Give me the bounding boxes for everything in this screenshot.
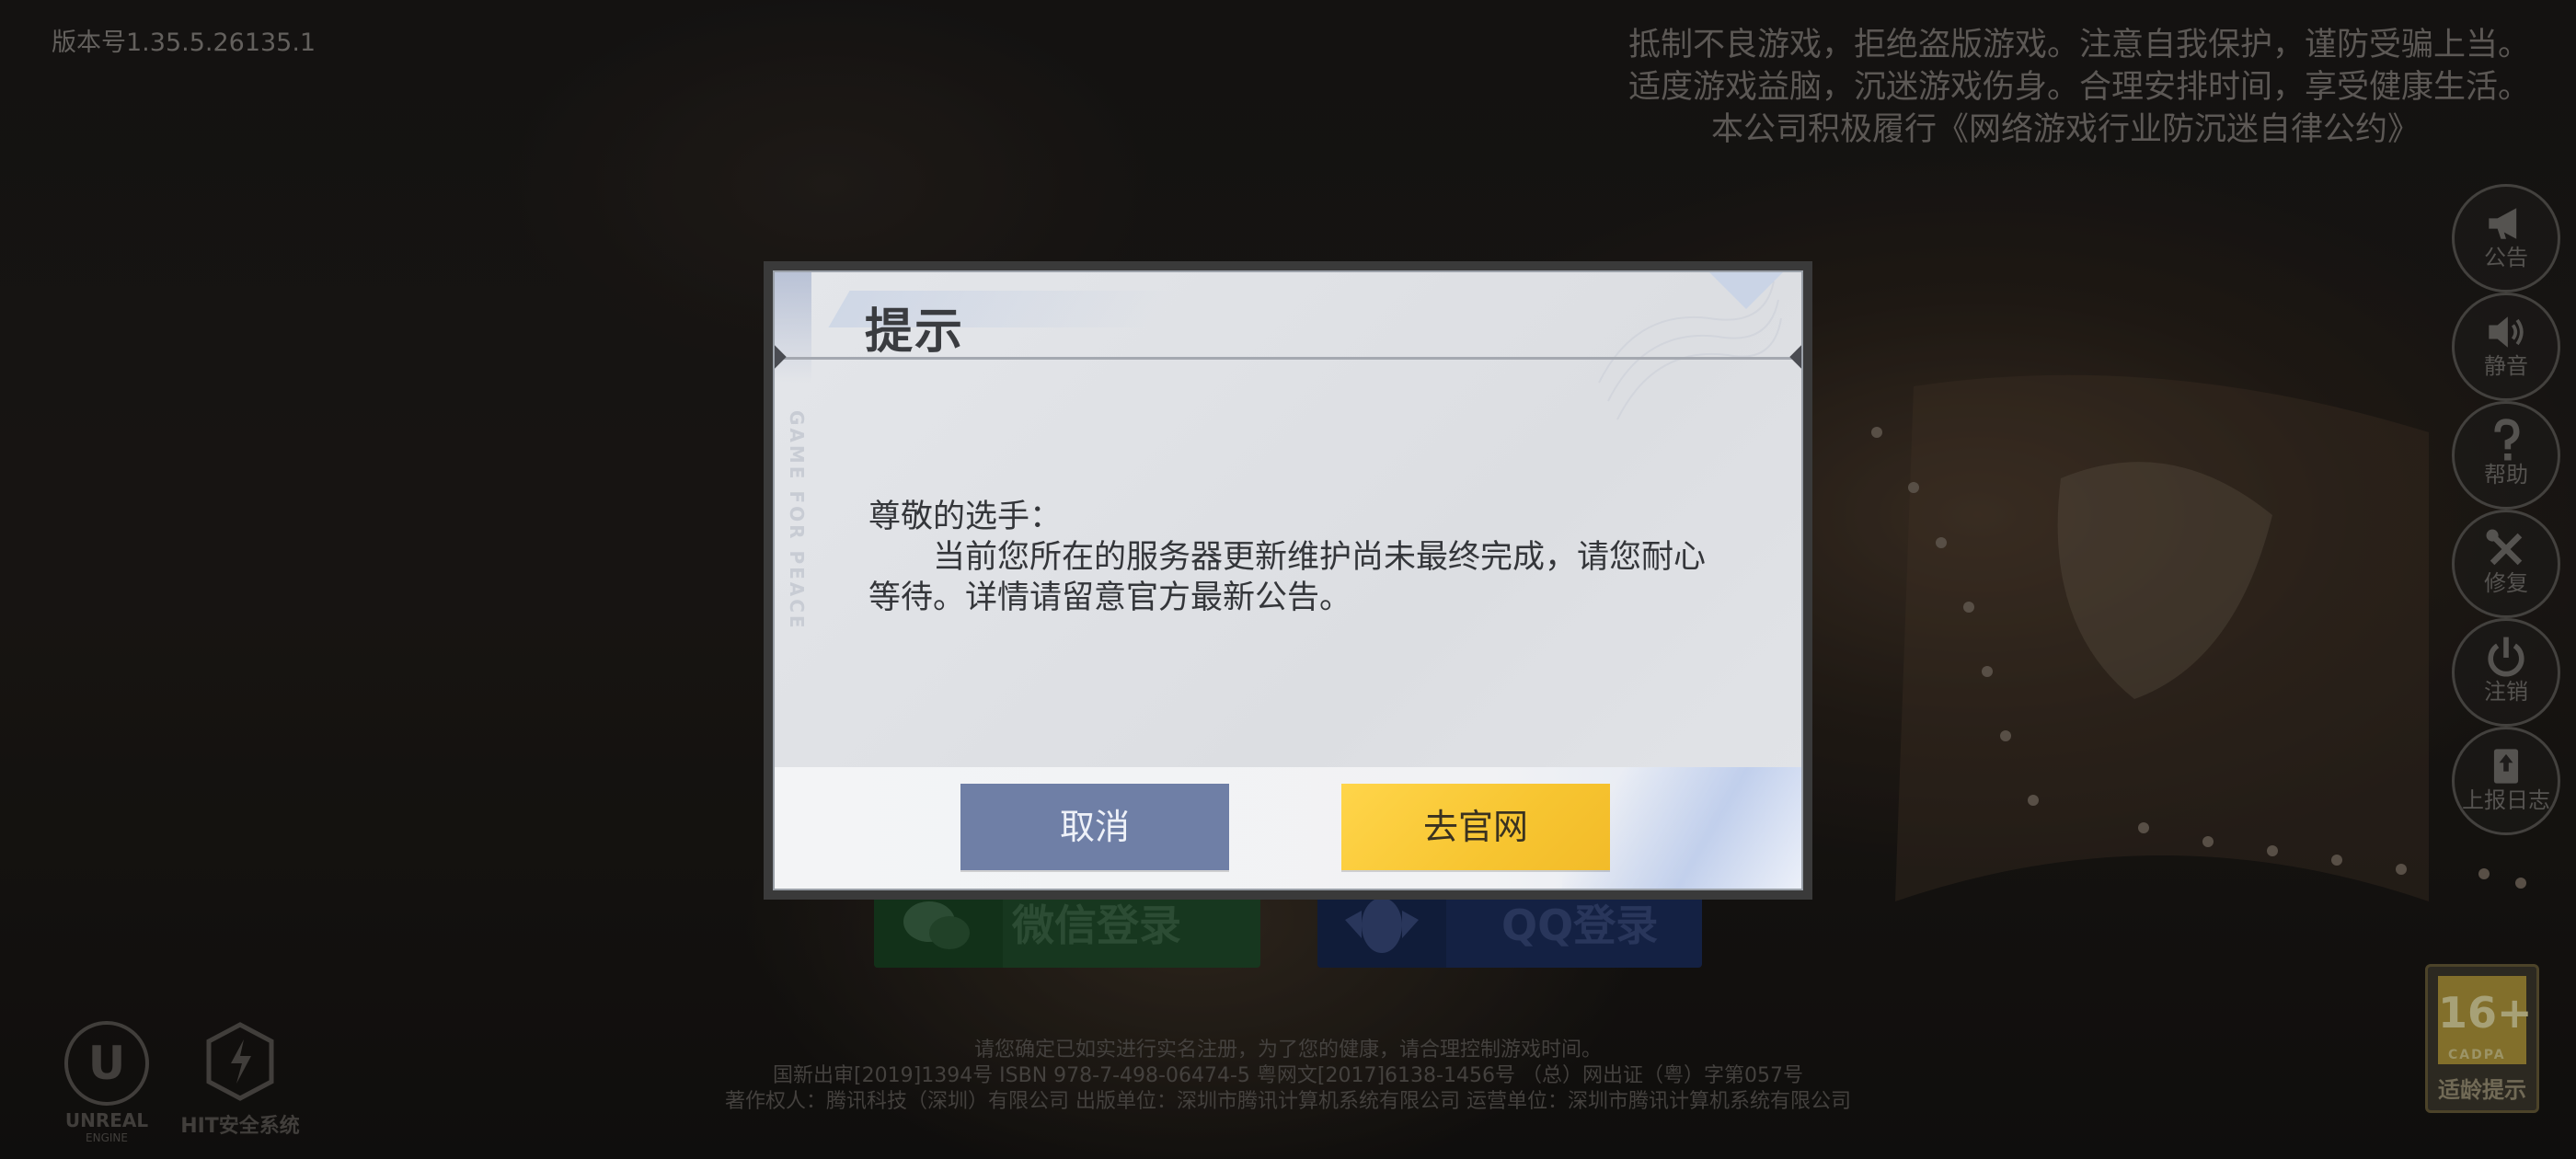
dialog-message: 尊敬的选手： 当前您所在的服务器更新维护尚未最终完成，请您耐心等待。详情请留意官… — [868, 497, 1733, 618]
dialog-contour-decoration — [1598, 272, 1783, 420]
dialog-watermark-text: GAME FOR PEACE — [786, 410, 808, 631]
cancel-button[interactable]: 取消 — [960, 784, 1229, 870]
title-divider — [775, 357, 1801, 360]
dialog-corner-decoration — [775, 272, 811, 383]
official-website-button[interactable]: 去官网 — [1341, 784, 1610, 870]
game-login-screen: 版本号1.35.5.26135.1 抵制不良游戏，拒绝盗版游戏。注意自我保护，谨… — [0, 0, 2576, 1159]
message-greeting: 尊敬的选手： — [868, 499, 1063, 535]
dialog-panel: GAME FOR PEACE 提示 尊敬的选手： 当前您所在的服务器更新维护尚未… — [773, 270, 1803, 890]
notice-dialog: GAME FOR PEACE 提示 尊敬的选手： 当前您所在的服务器更新维护尚未… — [764, 261, 1812, 900]
dialog-title: 提示 — [865, 304, 965, 360]
message-body: 当前您所在的服务器更新维护尚未最终完成，请您耐心等待。详情请留意官方最新公告。 — [868, 539, 1707, 616]
dialog-button-bar: 取消 去官网 — [775, 767, 1801, 889]
